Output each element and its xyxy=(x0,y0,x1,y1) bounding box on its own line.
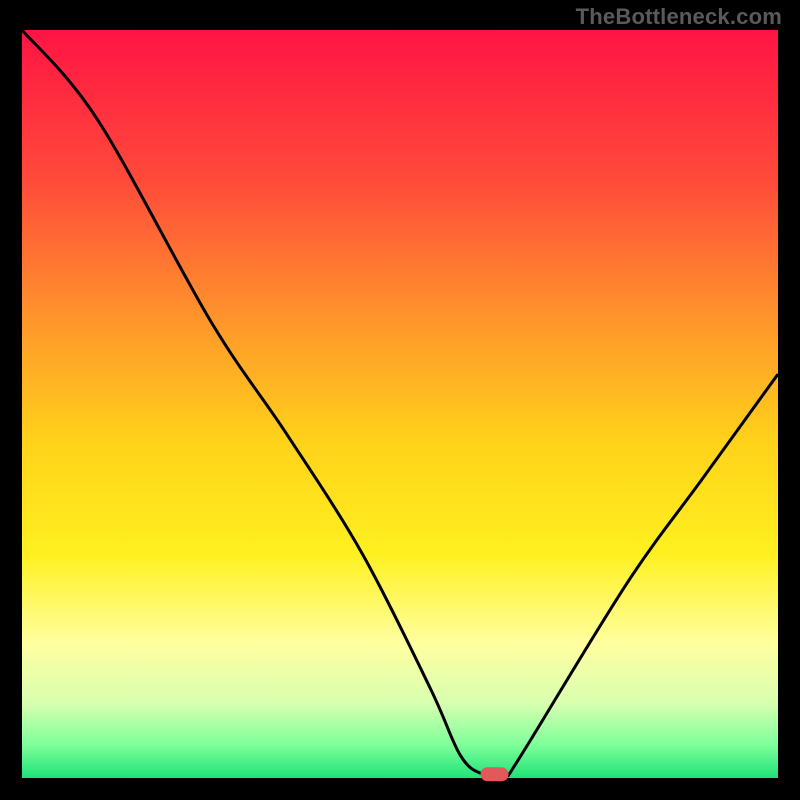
watermark-text: TheBottleneck.com xyxy=(576,4,782,30)
optimal-marker xyxy=(481,767,509,781)
chart-frame: TheBottleneck.com xyxy=(0,0,800,800)
plot-background xyxy=(22,30,778,778)
bottleneck-chart xyxy=(0,0,800,800)
